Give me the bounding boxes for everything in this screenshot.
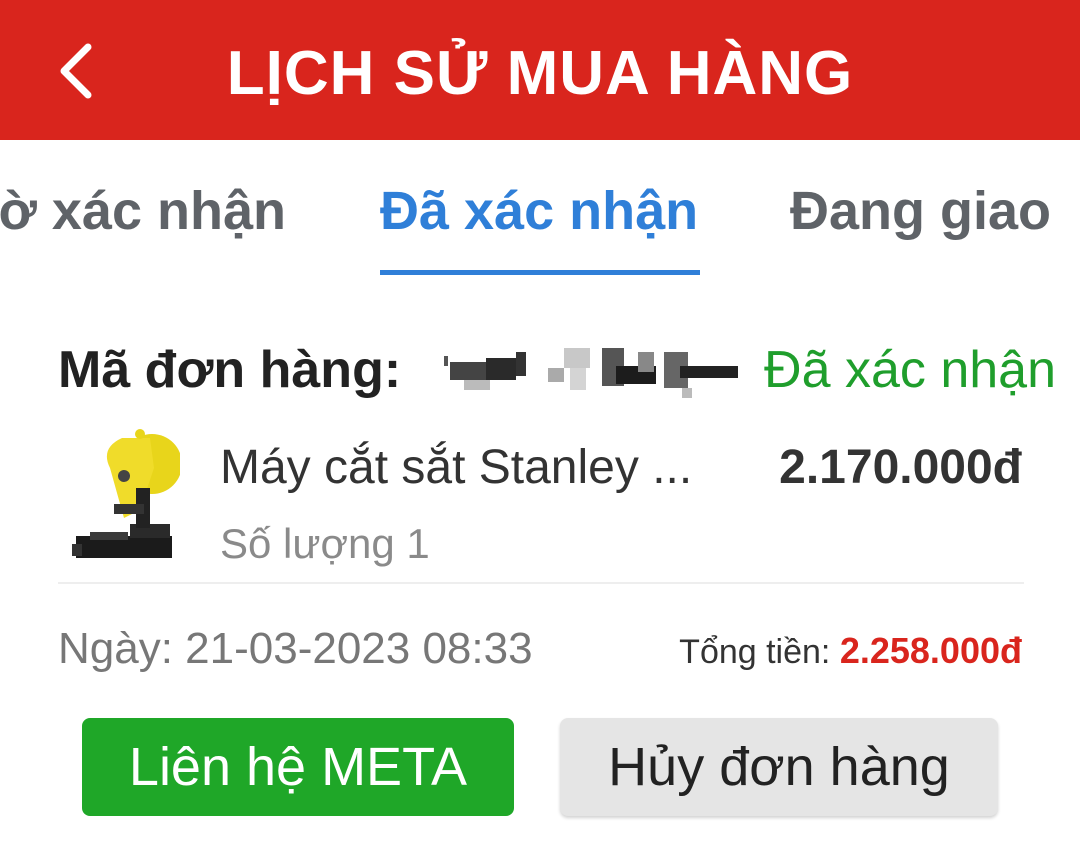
divider — [58, 582, 1024, 584]
tab-shipping[interactable]: Đang giao — [790, 180, 1051, 242]
contact-meta-button[interactable]: Liên hệ META — [82, 718, 514, 816]
cancel-order-button[interactable]: Hủy đơn hàng — [560, 718, 998, 816]
redacted-order-code — [444, 348, 738, 398]
tab-pending-confirmation[interactable]: ờ xác nhận — [0, 180, 286, 242]
tab-bar: ờ xác nhận Đã xác nhận Đang giao — [0, 140, 1080, 280]
order-code-label: Mã đơn hàng: — [58, 341, 402, 399]
total-label: Tổng tiền: — [679, 633, 831, 671]
order-header: Mã đơn hàng: Đã xác nhận — [58, 336, 1058, 406]
product-name[interactable]: Máy cắt sắt Stanley ... — [220, 440, 720, 495]
page-title: LỊCH SỬ MUA HÀNG — [226, 39, 854, 108]
order-status: Đã xác nhận — [764, 341, 1056, 399]
app-header: LỊCH SỬ MUA HÀNG — [0, 0, 1080, 140]
product-price: 2.170.000đ — [779, 441, 1022, 494]
product-quantity: Số lượng 1 — [220, 520, 430, 567]
order-date: Ngày: 21-03-2023 08:33 — [58, 624, 533, 673]
total-value: 2.258.000đ — [839, 630, 1022, 671]
active-tab-indicator — [380, 270, 700, 275]
product-image — [72, 429, 180, 558]
order-total: Tổng tiền: 2.258.000đ — [679, 630, 1022, 672]
tab-confirmed[interactable]: Đã xác nhận — [380, 180, 698, 242]
